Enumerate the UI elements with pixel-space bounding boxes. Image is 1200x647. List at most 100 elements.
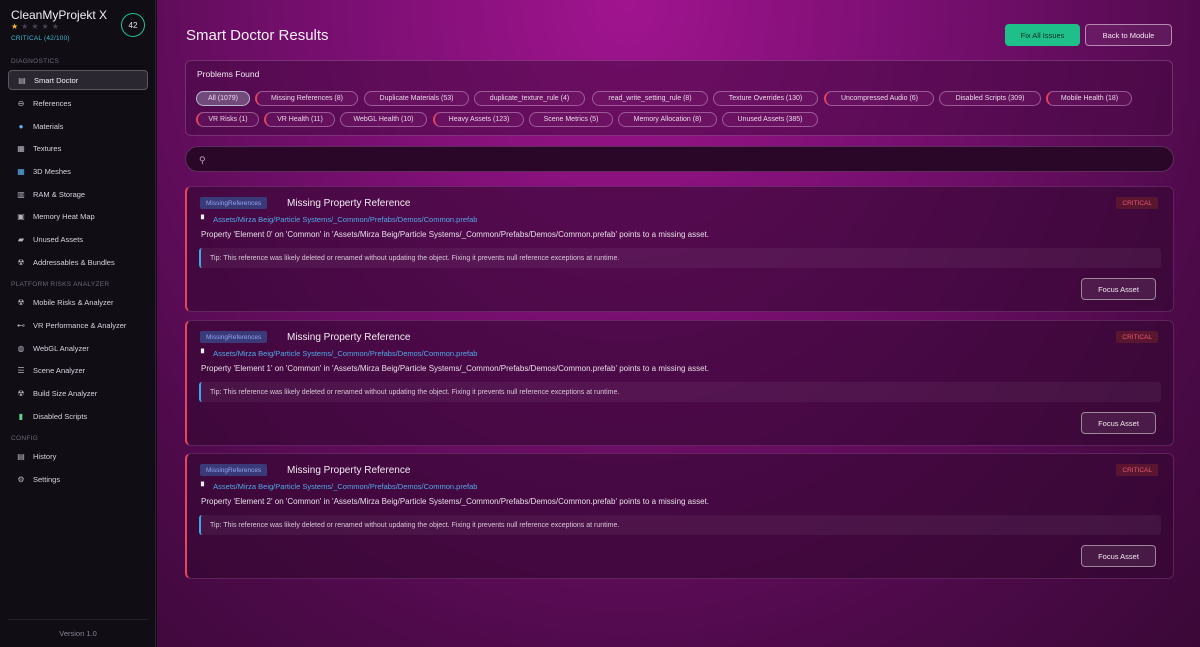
rating-stars: ★★★★★: [11, 22, 62, 31]
issue-card: MissingReferences Missing Property Refer…: [185, 320, 1174, 446]
sidebar-item-materials[interactable]: ● Materials: [8, 116, 148, 136]
filter-chip-all[interactable]: All (1079): [196, 91, 250, 106]
filter-chip-disabled-scripts[interactable]: Disabled Scripts (309): [939, 91, 1041, 106]
sidebar-item-scene-analyzer[interactable]: ☰ Scene Analyzer: [8, 360, 148, 380]
texture-grid-icon: ▦: [17, 143, 25, 153]
sidebar-item-settings[interactable]: ⚙ Settings: [8, 469, 148, 489]
issue-card: MissingReferences Missing Property Refer…: [185, 453, 1174, 579]
section-title-diagnostics: DIAGNOSTICS: [11, 58, 60, 65]
focus-asset-button[interactable]: Focus Asset: [1081, 545, 1156, 567]
asset-path-text: Assets/Mirza Beig/Particle Systems/_Comm…: [213, 215, 478, 224]
sidebar-item-ram-storage[interactable]: ▥ RAM & Storage: [8, 184, 148, 204]
filter-chip-mobile-health[interactable]: Mobile Health (18): [1046, 91, 1132, 106]
issue-category-tag: MissingReferences: [200, 331, 268, 343]
mesh-grid-icon: ▦: [17, 166, 25, 176]
issue-tip: Tip: This reference was likely deleted o…: [199, 248, 1161, 268]
issue-description: Property 'Element 0' on 'Common' in 'Ass…: [201, 230, 710, 239]
asset-path-text: Assets/Mirza Beig/Particle Systems/_Comm…: [213, 349, 478, 358]
filter-chip-missing-references[interactable]: Missing References (8): [255, 91, 358, 106]
back-to-module-button[interactable]: Back to Module: [1085, 24, 1172, 46]
sidebar-item-label: Scene Analyzer: [33, 365, 86, 375]
sidebar-item-3d-meshes[interactable]: ▦ 3D Meshes: [8, 161, 148, 181]
sidebar-item-vr-performance[interactable]: ⊷ VR Performance & Analyzer: [8, 315, 148, 335]
severity-badge: CRITICAL: [1116, 331, 1158, 343]
sidebar-item-label: RAM & Storage: [33, 189, 86, 199]
sidebar-item-textures[interactable]: ▦ Textures: [8, 138, 148, 158]
page-title: Smart Doctor Results: [186, 27, 329, 44]
star-icon: ★: [11, 22, 22, 31]
sidebar-item-label: WebGL Analyzer: [33, 343, 89, 353]
asset-path-link[interactable]: ▘ Assets/Mirza Beig/Particle Systems/_Com…: [201, 349, 477, 358]
ram-icon: ▥: [17, 189, 25, 199]
sidebar-item-disabled-scripts[interactable]: ▮ Disabled Scripts: [8, 406, 148, 426]
filter-chip-vr-risks[interactable]: VR Risks (1): [196, 112, 259, 127]
issue-tip: Tip: This reference was likely deleted o…: [199, 515, 1161, 535]
filter-chip-scene-metrics[interactable]: Scene Metrics (5): [529, 112, 613, 127]
sidebar-item-history[interactable]: ▤ History: [8, 446, 148, 466]
issue-description: Property 'Element 2' on 'Common' in 'Ass…: [201, 497, 710, 506]
filter-chip-read-write-setting-rule[interactable]: read_write_setting_rule (8): [592, 91, 708, 106]
sidebar-item-label: Materials: [33, 121, 64, 131]
asset-path-text: Assets/Mirza Beig/Particle Systems/_Comm…: [213, 482, 478, 491]
filter-chip-texture-overrides[interactable]: Texture Overrides (130): [713, 91, 818, 106]
star-icon: ★: [41, 22, 52, 31]
search-input[interactable]: [216, 151, 1156, 169]
radiation-icon: ☢: [17, 388, 25, 398]
script-icon: ▮: [18, 411, 24, 421]
severity-badge: CRITICAL: [1116, 464, 1158, 476]
problems-title: Problems Found: [197, 69, 260, 79]
focus-asset-button[interactable]: Focus Asset: [1081, 278, 1156, 300]
issue-category-tag: MissingReferences: [200, 197, 268, 209]
gear-icon: ⚙: [17, 474, 25, 484]
section-title-platform-risks: PLATFORM RISKS ANALYZER: [11, 281, 110, 288]
history-icon: ▤: [17, 451, 25, 461]
document-icon: ▤: [18, 75, 26, 85]
issue-description: Property 'Element 1' on 'Common' in 'Ass…: [201, 364, 710, 373]
filter-chip-memory-allocation[interactable]: Memory Allocation (8): [618, 112, 717, 127]
sidebar-item-label: VR Performance & Analyzer: [33, 320, 127, 330]
sidebar-item-addressables-bundles[interactable]: ☢ Addressables & Bundles: [8, 252, 148, 272]
asset-path-link[interactable]: ▘ Assets/Mirza Beig/Particle Systems/_Com…: [201, 482, 477, 491]
app-version: Version 1.0: [59, 629, 97, 638]
star-icon: ★: [31, 22, 42, 31]
sphere-icon: ●: [18, 121, 24, 131]
filter-chip-duplicate-materials[interactable]: Duplicate Materials (53): [364, 91, 469, 106]
sidebar-item-label: Memory Heat Map: [33, 211, 95, 221]
filter-chip-duplicate-texture-rule[interactable]: duplicate_texture_rule (4): [474, 91, 585, 106]
file-icon: ▘: [201, 215, 208, 224]
main-panel: Smart Doctor Results Fix All Issues Back…: [157, 0, 1200, 647]
sidebar-item-label: Settings: [33, 474, 61, 484]
app-name: CleanMyProjekt X: [11, 8, 108, 22]
sidebar: CleanMyProjekt X ★★★★★ CRITICAL (42/100)…: [0, 0, 156, 647]
section-title-config: CONFIG: [11, 435, 39, 442]
filter-chip-webgl-health[interactable]: WebGL Health (10): [340, 112, 427, 127]
sidebar-item-label: History: [33, 451, 57, 461]
sidebar-item-references[interactable]: ⊖ References: [8, 93, 148, 113]
sidebar-item-mobile-risks[interactable]: ☢ Mobile Risks & Analyzer: [8, 292, 148, 312]
filter-chip-heavy-assets[interactable]: Heavy Assets (123): [433, 112, 524, 127]
filter-chip-uncompressed-audio[interactable]: Uncompressed Audio (6): [824, 91, 934, 106]
file-icon: ▘: [201, 349, 208, 358]
sidebar-item-webgl-analyzer[interactable]: ◍ WebGL Analyzer: [8, 338, 148, 358]
sidebar-item-memory-heat-map[interactable]: ▣ Memory Heat Map: [8, 206, 148, 226]
sidebar-item-unused-assets[interactable]: ▰ Unused Assets: [8, 229, 148, 249]
issue-title: Missing Property Reference: [287, 465, 411, 476]
sidebar-item-smart-doctor[interactable]: ▤ Smart Doctor: [8, 70, 148, 90]
sidebar-item-label: 3D Meshes: [33, 166, 71, 176]
sidebar-item-label: Build Size Analyzer: [33, 388, 98, 398]
folder-icon: ▰: [17, 234, 25, 244]
vr-icon: ⊷: [17, 320, 25, 330]
globe-icon: ◍: [17, 343, 25, 353]
focus-asset-button[interactable]: Focus Asset: [1081, 412, 1156, 434]
fix-all-issues-button[interactable]: Fix All Issues: [1005, 24, 1080, 46]
sidebar-item-label: Unused Assets: [33, 234, 84, 244]
filter-chip-unused-assets[interactable]: Unused Assets (385): [722, 112, 818, 127]
asset-path-link[interactable]: ▘ Assets/Mirza Beig/Particle Systems/_Com…: [201, 215, 477, 224]
sidebar-item-label: Smart Doctor: [34, 75, 79, 85]
sidebar-item-label: Disabled Scripts: [33, 411, 88, 421]
sidebar-item-label: References: [33, 98, 72, 108]
issue-title: Missing Property Reference: [287, 332, 411, 343]
filter-chip-vr-health[interactable]: VR Health (11): [264, 112, 335, 127]
file-icon: ▘: [201, 482, 208, 491]
sidebar-item-build-size[interactable]: ☢ Build Size Analyzer: [8, 383, 148, 403]
